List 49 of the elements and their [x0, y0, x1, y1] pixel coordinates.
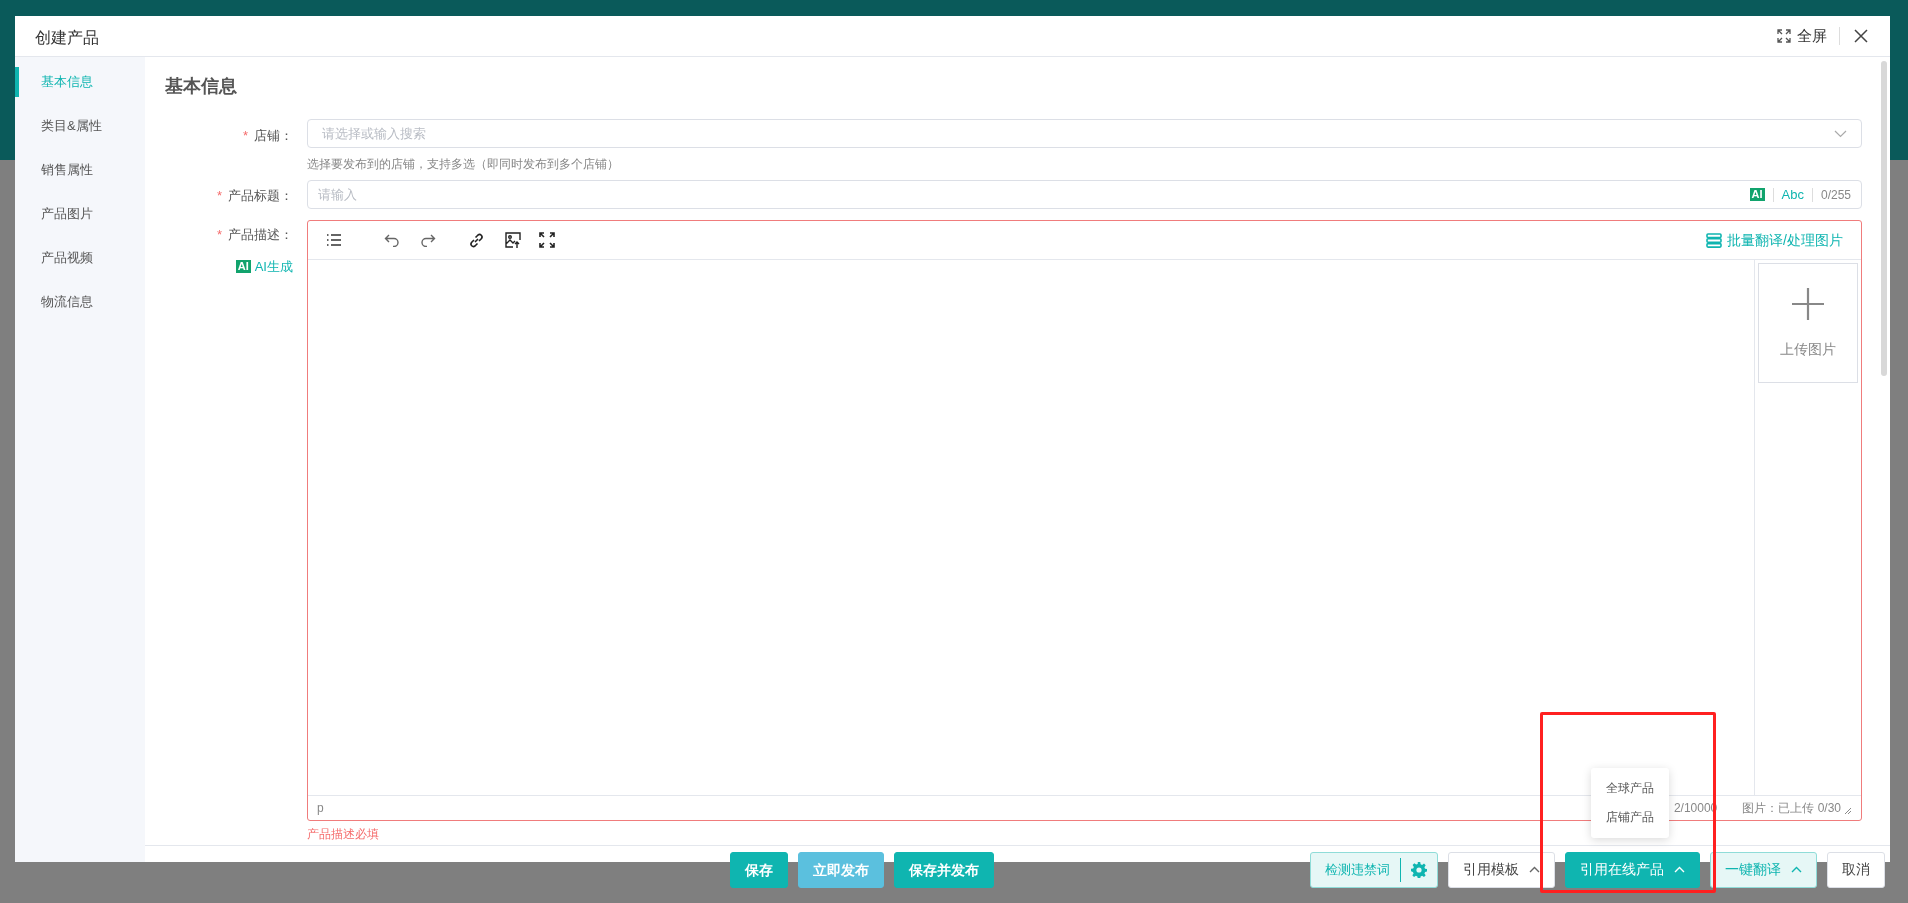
redo-icon[interactable] [420, 233, 436, 247]
undo-icon[interactable] [384, 233, 400, 247]
resize-handle-icon[interactable] [1844, 807, 1852, 815]
sidebar-item[interactable]: 基本信息 [15, 67, 145, 97]
sidebar-item[interactable]: 产品视频 [15, 243, 145, 273]
action-button[interactable]: 保存 [730, 852, 788, 888]
fullscreen-icon [1777, 29, 1791, 43]
character-counter: 0/255 [1820, 186, 1851, 204]
caret-icon [1674, 866, 1685, 873]
menu-item[interactable]: 全球产品 [1591, 773, 1669, 803]
field-label: * 店铺： [242, 128, 293, 143]
plus-icon [1791, 286, 1825, 321]
image-upload-tile[interactable]: 上传图片 [1758, 263, 1858, 383]
list-icon[interactable] [326, 233, 342, 247]
sidebar-item[interactable]: 类目&属性 [15, 111, 145, 141]
ai-generate-button[interactable]: AI AI生成 [235, 256, 293, 276]
section-title: 基本信息 [165, 75, 238, 98]
link-icon[interactable] [468, 231, 485, 249]
image-counter: 图片：已上传 0/30 [1742, 800, 1841, 817]
scrollbar[interactable] [1881, 61, 1887, 376]
stack-icon [1706, 232, 1723, 248]
fullscreen-icon[interactable] [539, 232, 555, 248]
fullscreen-button[interactable]: 全屏 [1777, 24, 1827, 48]
dialog-title: 创建产品 [35, 28, 99, 48]
action-button[interactable]: 立即发布 [798, 852, 884, 888]
close-button[interactable] [1852, 27, 1870, 45]
action-button[interactable]: 保存并发布 [894, 852, 994, 888]
store-select[interactable]: 请选择或输入搜索 [307, 119, 1862, 148]
translate-link[interactable]: Abc [1781, 184, 1804, 205]
action-button[interactable]: 取消 [1827, 851, 1885, 888]
dropdown-button[interactable]: 一键翻译 [1710, 851, 1817, 888]
image-upload-icon[interactable] [504, 231, 522, 249]
element-path: p [317, 800, 324, 817]
help-text: 选择要发布到的店铺，支持多选（即同时发布到多个店铺） [307, 156, 620, 173]
field-label: * 产品标题： [216, 188, 293, 203]
chevron-down-icon [1834, 129, 1847, 138]
sidebar-item[interactable]: 物流信息 [15, 287, 145, 317]
error-message: 产品描述必填 [307, 827, 379, 841]
caret-icon [1791, 866, 1802, 873]
batch-translate-button[interactable]: 批量翻译/处理图片 [1706, 229, 1843, 251]
dropdown-button[interactable]: 引用模板 [1448, 851, 1555, 888]
field-label: * 产品描述： [216, 226, 293, 244]
caret-icon [1529, 866, 1540, 873]
sidebar-item[interactable]: 销售属性 [15, 155, 145, 185]
ai-badge[interactable]: AI [1749, 188, 1765, 201]
dropdown-button[interactable]: 引用在线产品 [1565, 851, 1700, 888]
sidebar-item[interactable]: 产品图片 [15, 199, 145, 229]
title-input[interactable]: 请输入 AI Abc 0/255 [307, 180, 1862, 209]
check-button[interactable]: 检测违禁词 [1310, 851, 1438, 888]
